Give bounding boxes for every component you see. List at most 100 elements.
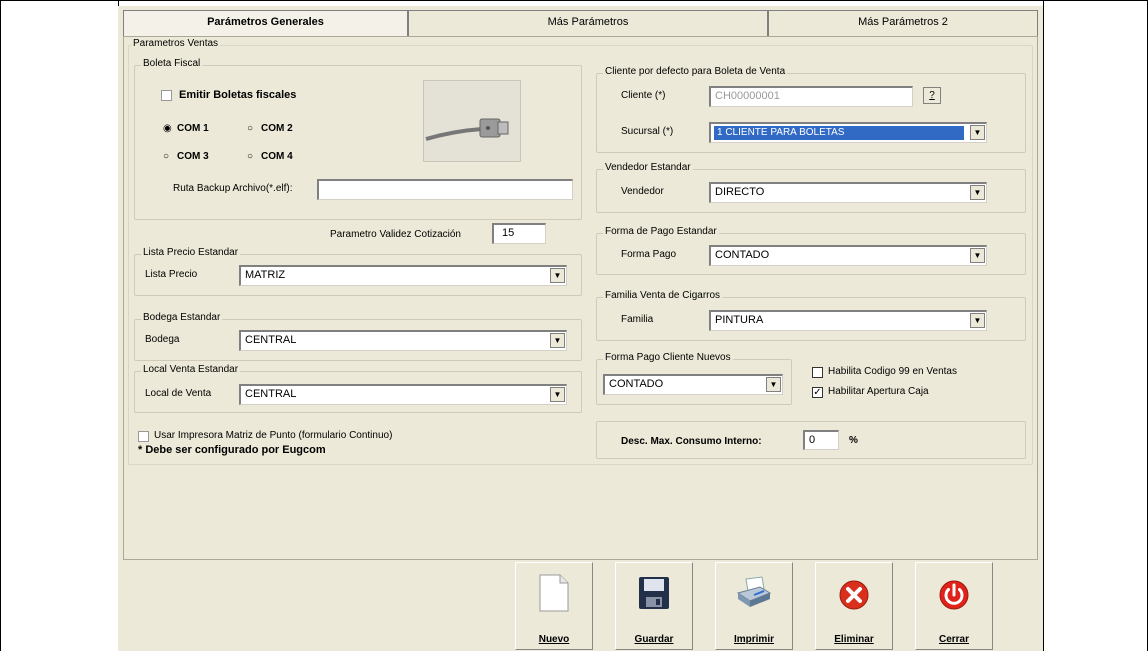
nuevo-button[interactable]: Nuevo — [515, 562, 593, 650]
local-venta-select[interactable]: CENTRAL ▼ — [239, 384, 567, 405]
impresora-matriz-label: Usar Impresora Matriz de Punto (formular… — [154, 430, 393, 441]
lista-precio-value: MATRIZ — [245, 269, 286, 281]
desc-max-label: Desc. Max. Consumo Interno: — [621, 436, 762, 447]
local-venta-label: Local de Venta — [145, 388, 212, 399]
chevron-down-icon[interactable]: ▼ — [970, 185, 985, 200]
impresora-matriz-checkbox[interactable] — [138, 431, 149, 442]
bodega-select[interactable]: CENTRAL ▼ — [239, 330, 567, 351]
nuevo-label: Nuevo — [538, 634, 570, 645]
emitir-boletas-checkbox[interactable] — [161, 90, 172, 101]
forma-pago-label: Forma Pago — [621, 249, 677, 260]
desc-max-unit: % — [849, 435, 858, 446]
desc-max-input[interactable]: 0 — [803, 430, 839, 450]
lista-precio-select[interactable]: MATRIZ ▼ — [239, 265, 567, 286]
lista-precio-legend: Lista Precio Estandar — [141, 247, 241, 258]
frame-left-line — [0, 0, 1, 651]
serial-cable-image — [423, 80, 521, 162]
vendedor-legend: Vendedor Estandar — [603, 162, 693, 173]
boleta-fiscal-legend: Boleta Fiscal — [141, 58, 203, 69]
chevron-down-icon[interactable]: ▼ — [550, 333, 565, 348]
vendedor-select[interactable]: DIRECTO ▼ — [709, 182, 987, 203]
vendedor-value: DIRECTO — [715, 186, 765, 198]
delete-x-icon — [839, 580, 869, 610]
vendedor-label: Vendedor — [621, 186, 664, 197]
tab-parametros-generales[interactable]: Parámetros Generales — [123, 10, 408, 38]
bodega-legend: Bodega Estandar — [141, 312, 223, 323]
guardar-button[interactable]: Guardar — [615, 562, 693, 650]
cerrar-button[interactable]: Cerrar — [915, 562, 993, 650]
parametros-ventas-legend: Parametros Ventas — [131, 38, 221, 49]
eugcom-note: * Debe ser configurado por Eugcom — [138, 444, 326, 456]
new-document-icon — [539, 574, 569, 612]
tab-mas-parametros-2[interactable]: Más Parámetros 2 — [768, 10, 1038, 36]
familia-group: Familia Venta de Cigarros Familia PINTUR… — [596, 290, 1026, 341]
cliente-defecto-legend: Cliente por defecto para Boleta de Venta — [603, 66, 788, 77]
chevron-down-icon[interactable]: ▼ — [766, 377, 781, 392]
com4-radio[interactable]: ○ — [247, 152, 257, 162]
tab-mas-parametros[interactable]: Más Parámetros — [408, 10, 768, 36]
familia-legend: Familia Venta de Cigarros — [603, 290, 723, 301]
com3-radio[interactable]: ○ — [163, 152, 173, 162]
imprimir-button[interactable]: Imprimir — [715, 562, 793, 650]
chevron-down-icon[interactable]: ▼ — [970, 125, 985, 140]
com2-radio[interactable]: ○ — [247, 124, 257, 134]
familia-select[interactable]: PINTURA ▼ — [709, 310, 987, 331]
chevron-down-icon[interactable]: ▼ — [550, 268, 565, 283]
familia-value: PINTURA — [715, 314, 764, 326]
forma-pago-value: CONTADO — [715, 249, 770, 261]
eliminar-label: Eliminar — [834, 634, 874, 645]
validez-cotizacion-input[interactable]: 15 — [492, 223, 546, 244]
com1-radio[interactable]: ◉ — [163, 124, 173, 134]
ruta-backup-label: Ruta Backup Archivo(*.elf): — [173, 183, 293, 194]
local-venta-value: CENTRAL — [245, 388, 297, 400]
local-venta-legend: Local Venta Estandar — [141, 364, 241, 375]
chevron-down-icon[interactable]: ▼ — [970, 313, 985, 328]
lista-precio-group: Lista Precio Estandar Lista Precio MATRI… — [134, 247, 582, 296]
lista-precio-label: Lista Precio — [145, 269, 198, 280]
tab-panel: Parametros Ventas Boleta Fiscal Emitir B… — [123, 36, 1038, 560]
sucursal-label: Sucursal (*) — [621, 126, 674, 137]
frame-divider-right — [1043, 0, 1044, 651]
tab-bar: Parámetros Generales Más Parámetros Más … — [123, 10, 1038, 38]
desc-max-group: Desc. Max. Consumo Interno: 0 % — [596, 421, 1026, 459]
familia-label: Familia — [621, 314, 654, 325]
bodega-value: CENTRAL — [245, 334, 297, 346]
floppy-disk-icon — [639, 577, 669, 609]
com2-label: COM 2 — [261, 123, 293, 134]
habilita-codigo-label: Habilita Codigo 99 en Ventas — [828, 366, 957, 377]
forma-pago-nuevos-group: Forma Pago Cliente Nuevos CONTADO ▼ — [596, 352, 792, 405]
bodega-group: Bodega Estandar Bodega CENTRAL ▼ — [134, 312, 582, 361]
imprimir-label: Imprimir — [733, 634, 774, 645]
ruta-backup-input[interactable] — [317, 179, 573, 200]
guardar-label: Guardar — [634, 634, 674, 645]
forma-pago-select[interactable]: CONTADO ▼ — [709, 245, 987, 266]
forma-pago-legend: Forma de Pago Estandar — [603, 226, 719, 237]
com4-label: COM 4 — [261, 151, 293, 162]
forma-pago-nuevos-value: CONTADO — [609, 378, 664, 390]
habilitar-apertura-checkbox[interactable]: ✓ — [812, 387, 823, 398]
boleta-fiscal-group: Boleta Fiscal Emitir Boletas fiscales ◉ … — [134, 58, 582, 220]
habilita-codigo-checkbox[interactable] — [812, 367, 823, 378]
validez-cotizacion-label: Parametro Validez Cotización — [330, 229, 461, 240]
eliminar-button[interactable]: Eliminar — [815, 562, 893, 650]
sucursal-select[interactable]: 1 CLIENTE PARA BOLETAS ▼ — [709, 122, 987, 143]
emitir-boletas-label: Emitir Boletas fiscales — [179, 89, 297, 101]
bodega-label: Bodega — [145, 334, 180, 345]
vendedor-group: Vendedor Estandar Vendedor DIRECTO ▼ — [596, 162, 1026, 213]
cliente-label: Cliente (*) — [621, 90, 666, 101]
cliente-defecto-group: Cliente por defecto para Boleta de Venta… — [596, 66, 1026, 153]
chevron-down-icon[interactable]: ▼ — [550, 387, 565, 402]
com1-label: COM 1 — [177, 123, 209, 134]
forma-pago-nuevos-select[interactable]: CONTADO ▼ — [603, 374, 783, 395]
cliente-input[interactable]: CH00000001 — [709, 86, 913, 107]
chevron-down-icon[interactable]: ▼ — [970, 248, 985, 263]
cerrar-label: Cerrar — [938, 634, 970, 645]
cliente-help-button[interactable]: ? — [923, 87, 941, 104]
sucursal-value: 1 CLIENTE PARA BOLETAS — [714, 126, 964, 140]
forma-pago-group: Forma de Pago Estandar Forma Pago CONTAD… — [596, 226, 1026, 275]
printer-icon — [736, 576, 772, 607]
parameters-window: Parámetros Generales Más Parámetros Más … — [118, 6, 1043, 651]
local-venta-group: Local Venta Estandar Local de Venta CENT… — [134, 364, 582, 413]
power-icon — [939, 580, 969, 610]
frame-top-line — [0, 0, 1148, 1]
